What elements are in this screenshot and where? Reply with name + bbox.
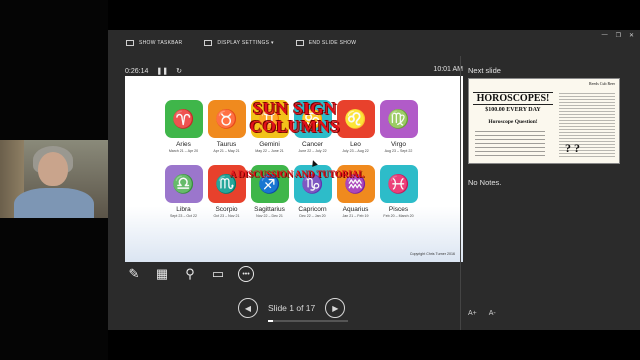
pane-divider[interactable] [460,56,461,330]
end-slide-show-label: END SLIDE SHOW [308,40,357,46]
zodiac-name: Taurus [216,141,237,148]
zodiac-dates: Jan 21 – Feb 19 [342,214,369,218]
slide-progress-bar [268,320,348,322]
presenter-toolbar: SHOW TASKBAR DISPLAY SETTINGS ▾ END SLID… [108,30,640,56]
zodiac-dates: May 22 – June 21 [255,149,284,153]
next-slide-button[interactable]: ▶ [325,298,346,318]
zodiac-name: Aquarius [342,206,369,213]
decrease-font-button[interactable]: A- [489,310,496,317]
zodiac-name: Virgo [390,141,407,148]
zoom-icon[interactable]: ⚲ [182,266,198,282]
slide-copyright: Copyright Chris Turner 2016 [409,252,455,256]
previous-slide-button[interactable]: ◀ [238,298,258,318]
zodiac-name: Cancer [302,141,323,148]
zodiac-dates: Nov 22 – Dec 21 [256,214,283,218]
window-controls: — ❐ ✕ [602,32,634,39]
display-settings-label: DISPLAY SETTINGS ▾ [217,40,274,46]
display-settings-button[interactable]: DISPLAY SETTINGS ▾ [204,40,273,46]
zodiac-pisces-icon: ♓ [379,165,418,203]
presenter-view: SHOW TASKBAR DISPLAY SETTINGS ▾ END SLID… [108,30,640,330]
zodiac-dates: Sept 23 – Oct 22 [170,214,197,218]
next-slide-title: HOROSCOPES! [473,92,553,105]
zodiac-sign-aries: ♈ Aries March 21 – Apr 20 [163,100,204,153]
elapsed-time: 0:26:14 [125,67,149,75]
minimize-icon[interactable]: — [602,32,608,39]
pen-icon[interactable]: ✎ [126,266,142,282]
slide-subtitle: A DISCUSSION AND TUTORIAL [229,169,365,179]
increase-font-button[interactable]: A+ [468,310,477,317]
current-slide[interactable]: ♈ Aries March 21 – Apr 20 ♉ Taurus Apr 21 – M… [125,76,463,262]
zodiac-libra-icon: ♎ [164,165,203,203]
next-slide-text-block [475,131,545,157]
slide-progress-fill [268,320,273,322]
zodiac-name: Libra [176,206,191,213]
screen-icon[interactable]: ▭ [210,266,226,282]
zodiac-dates: Oct 23 – Nov 21 [213,214,240,218]
slide-title: SUN SIGN COLUMNS [249,99,341,136]
see-all-slides-icon[interactable]: ▦ [154,266,170,282]
display-icon [204,40,213,46]
pause-icon[interactable]: ❚❚ [156,67,168,75]
zodiac-name: Pisces [388,206,409,213]
slide-tools: ✎ ▦ ⚲ ▭ ••• [126,266,254,282]
zodiac-dates: Feb 20 – March 20 [383,214,414,218]
clock: 10:01 AM [433,66,463,73]
show-taskbar-label: SHOW TASKBAR [139,40,183,46]
show-taskbar-button[interactable]: SHOW TASKBAR [126,40,182,46]
close-icon[interactable]: ✕ [629,32,634,39]
next-slide-label: Next slide [468,66,501,75]
zodiac-name: Scorpio [215,206,238,213]
end-show-icon [295,40,304,46]
restore-icon[interactable]: ❐ [616,32,621,39]
slide-navigation: ◀ Slide 1 of 17 ▶ [238,298,348,322]
speaker-notes: No Notes. [468,178,502,187]
presenter-video [0,140,108,218]
restart-icon[interactable]: ↻ [176,67,182,75]
zodiac-dates: March 21 – Apr 20 [168,149,199,153]
zodiac-name: Aries [176,141,191,148]
end-slide-show-button[interactable]: END SLIDE SHOW [295,40,357,46]
next-slide-question: Horoscope Question! [488,119,538,125]
presenter-body [14,188,94,218]
zodiac-dates: June 22 – July 22 [298,149,327,153]
zodiac-sign-virgo: ♍ Virgo Aug 23 – Sept 22 [378,100,419,153]
taskbar-icon [126,40,134,46]
next-slide-header: Reeds Cub Reer [589,81,615,86]
webcam-panel [0,0,108,360]
zodiac-dates: Dec 22 – Jan 20 [299,214,326,218]
zodiac-name: Sagittarius [254,206,285,213]
presenter-face [38,152,68,186]
zodiac-name: Capricorn [298,206,327,213]
zodiac-name: Gemini [259,141,280,148]
zodiac-dates: Aug 23 – Sept 22 [384,149,413,153]
zodiac-name: Leo [350,141,361,148]
more-options-icon[interactable]: ••• [238,266,254,282]
next-slide-preview[interactable]: Reeds Cub Reer HOROSCOPES! $100.00 EVERY… [468,78,620,164]
next-slide-marks: ? ? [565,141,580,155]
notes-font-controls: A+ A- [468,310,496,317]
zodiac-sign-pisces: ♓ Pisces Feb 20 – March 20 [378,165,419,218]
zodiac-dates: Apr 21 – May 21 [213,149,240,153]
zodiac-sign-libra: ♎ Libra Sept 23 – Oct 22 [163,165,204,218]
zodiac-virgo-icon: ♍ [379,100,418,138]
slide-counter: Slide 1 of 17 [268,303,316,313]
next-slide-amount: $100.00 EVERY DAY [485,107,541,113]
zodiac-dates: July 23 – Aug 22 [342,149,369,153]
zodiac-aries-icon: ♈ [164,100,203,138]
